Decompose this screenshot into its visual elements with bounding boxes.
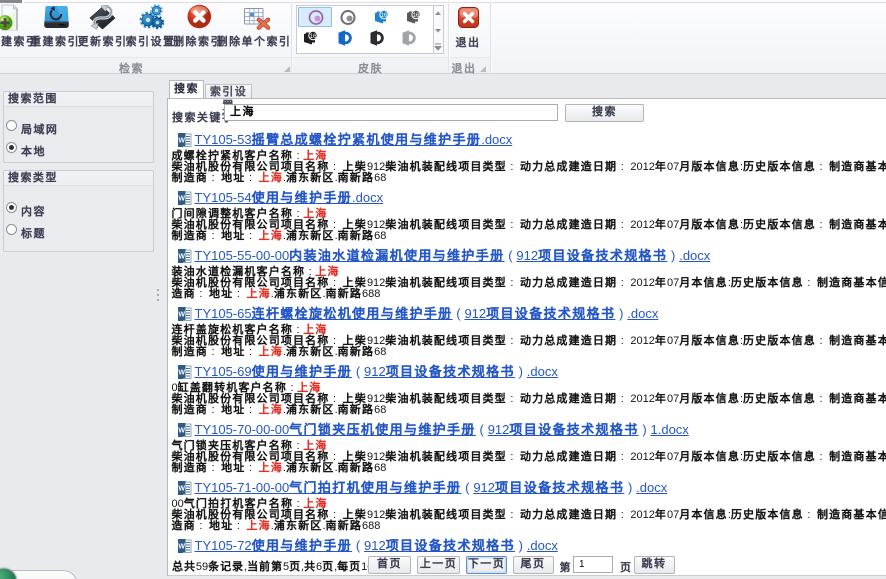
svg-text:W: W: [178, 370, 185, 377]
svg-text:16: 16: [381, 13, 388, 19]
svg-text:16: 16: [413, 13, 420, 19]
svg-text:W: W: [178, 312, 185, 319]
svg-text:W: W: [178, 196, 185, 203]
svg-text:W: W: [178, 428, 185, 435]
svg-text:W: W: [178, 544, 185, 551]
svg-text:16: 16: [310, 34, 317, 40]
svg-text:W: W: [178, 138, 185, 145]
svg-text:W: W: [178, 254, 185, 261]
svg-text:W: W: [178, 486, 185, 493]
